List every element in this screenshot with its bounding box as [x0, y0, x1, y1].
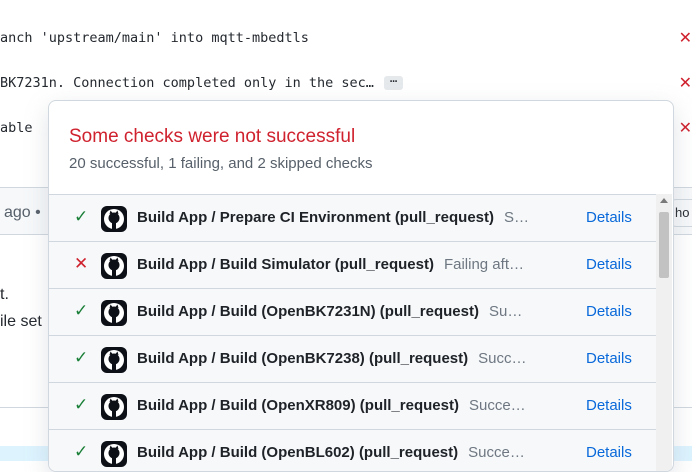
check-icon: ✓ [74, 301, 89, 320]
expand-commit-button[interactable]: ⋯ [383, 75, 404, 90]
check-title: Build App / Build (OpenBL602) (pull_requ… [137, 444, 459, 461]
commit-message[interactable]: anch 'upstream/main' into mqtt-mbedtls [0, 30, 309, 46]
scrollbar-thumb[interactable] [659, 212, 669, 278]
body-text: t. [0, 286, 9, 303]
check-title: Build App / Build (OpenBK7238) (pull_req… [137, 350, 469, 367]
popover-title: Some checks were not successful [69, 126, 356, 147]
scroll-up-arrow-icon[interactable] [660, 198, 668, 203]
details-link[interactable]: Details [586, 350, 632, 367]
check-title: Build App / Build Simulator (pull_reques… [137, 256, 434, 273]
x-icon[interactable]: ✕ [679, 73, 692, 93]
commit-message[interactable]: BK7231n. Connection completed only in th… [0, 75, 404, 91]
check-row: ✕ Build App / Build Simulator (pull_requ… [49, 242, 656, 289]
check-status: Succ… [478, 350, 527, 367]
check-status: Succe… [468, 397, 526, 414]
details-link[interactable]: Details [586, 397, 632, 414]
check-name: Build App / Build (OpenXR809) (pull_requ… [137, 397, 526, 414]
github-icon [101, 206, 127, 232]
check-row: ✓ Build App / Build (OpenXR809) (pull_re… [49, 383, 656, 430]
details-link[interactable]: Details [586, 256, 632, 273]
check-name: Build App / Build Simulator (pull_reques… [137, 256, 524, 273]
github-icon [101, 253, 127, 279]
check-row: ✓ Build App / Build (OpenBL602) (pull_re… [49, 430, 656, 471]
check-name: Build App / Build (OpenBK7238) (pull_req… [137, 350, 527, 367]
checks-popover: Some checks were not successful 20 succe… [48, 100, 674, 472]
checks-summary: 20 successful, 1 failing, and 2 skipped … [69, 155, 373, 172]
check-title: Build App / Build (OpenXR809) (pull_requ… [137, 397, 459, 414]
checks-list: ✓ Build App / Prepare CI Environment (pu… [49, 194, 656, 471]
check-row: ✓ Build App / Build (OpenBK7238) (pull_r… [49, 336, 656, 383]
commit-message[interactable]: able [0, 120, 33, 136]
check-name: Build App / Build (OpenBK7231N) (pull_re… [137, 303, 522, 320]
x-icon[interactable]: ✕ [679, 118, 692, 138]
x-icon[interactable]: ✕ [679, 28, 692, 48]
commit-message-text[interactable]: BK7231n. Connection completed only in th… [0, 75, 374, 91]
details-link[interactable]: Details [586, 209, 632, 226]
github-icon [101, 394, 127, 420]
github-icon [101, 347, 127, 373]
check-icon: ✓ [74, 442, 89, 461]
body-text: ile set [0, 313, 42, 330]
check-title: Build App / Prepare CI Environment (pull… [137, 209, 494, 226]
github-icon [101, 441, 127, 467]
commit-time: ago • [4, 204, 41, 221]
check-status: S… [504, 209, 530, 226]
x-icon: ✕ [74, 254, 89, 273]
details-link[interactable]: Details [586, 303, 632, 320]
check-icon: ✓ [74, 348, 89, 367]
details-link[interactable]: Details [586, 444, 632, 461]
check-row: ✓ Build App / Prepare CI Environment (pu… [49, 195, 656, 242]
check-row: ✓ Build App / Build (OpenBK7231N) (pull_… [49, 289, 656, 336]
check-icon: ✓ [74, 395, 89, 414]
check-icon: ✓ [74, 207, 89, 226]
check-status: Succe… [468, 444, 525, 461]
check-status: Failing aft… [443, 256, 524, 273]
check-status: Su… [488, 303, 523, 320]
github-icon [101, 300, 127, 326]
check-title: Build App / Build (OpenBK7231N) (pull_re… [137, 303, 479, 320]
scrollbar[interactable] [656, 194, 672, 471]
check-name: Build App / Prepare CI Environment (pull… [137, 209, 529, 226]
check-name: Build App / Build (OpenBL602) (pull_requ… [137, 444, 525, 461]
